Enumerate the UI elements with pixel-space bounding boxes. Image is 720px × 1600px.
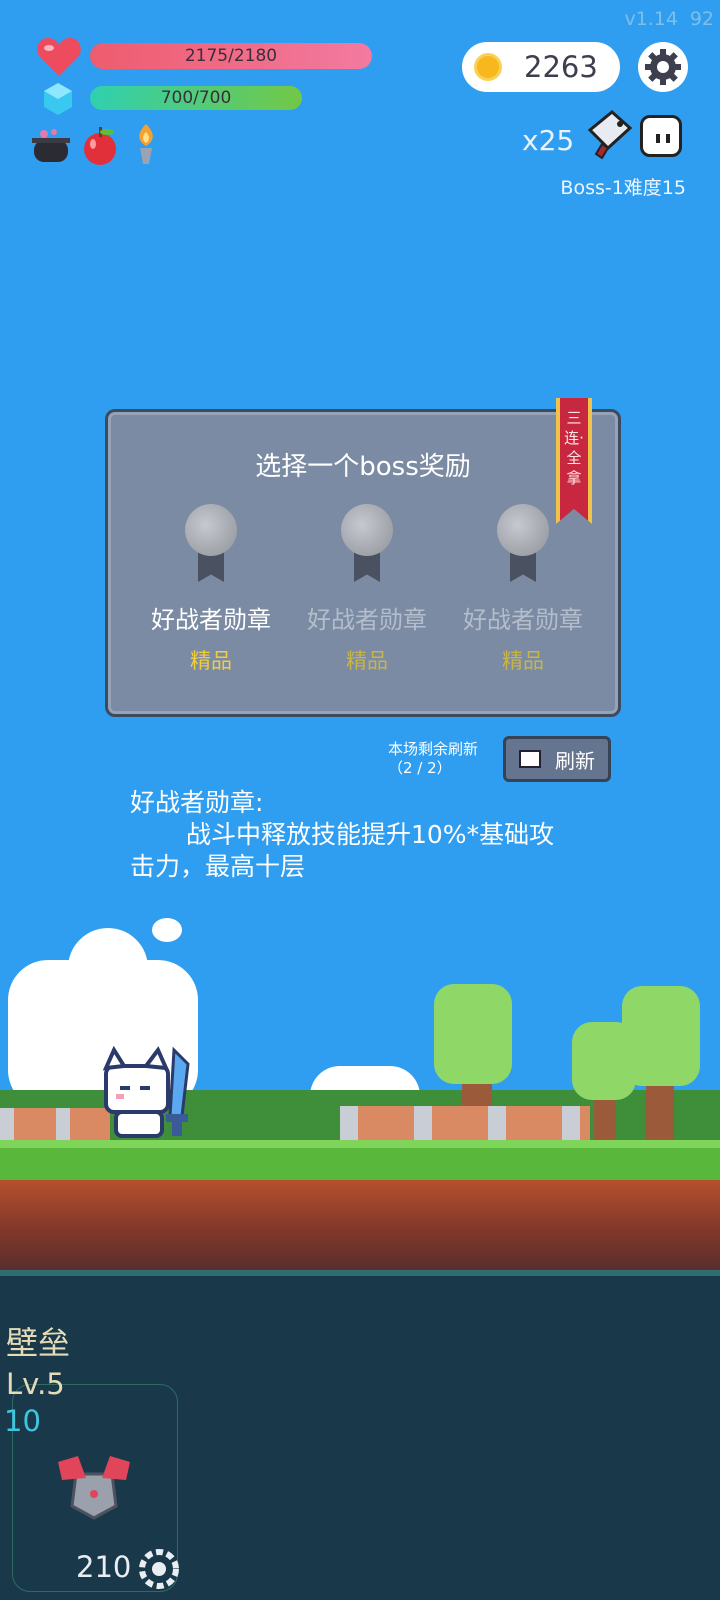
tree bbox=[622, 986, 700, 1086]
boss-kill-count: x25 bbox=[522, 124, 575, 157]
medal-icon bbox=[183, 504, 239, 584]
reward-grade: 精品 bbox=[346, 649, 388, 673]
gold-value: 2263 bbox=[524, 50, 598, 84]
reward-name: 好战者勋章 bbox=[307, 606, 427, 634]
settings-button[interactable] bbox=[638, 42, 688, 92]
torch-icon[interactable] bbox=[130, 122, 162, 166]
armor-icon bbox=[58, 1456, 130, 1520]
cloud bbox=[152, 918, 182, 942]
reward-option-2[interactable]: 好战者勋章 精品 bbox=[292, 504, 442, 675]
cauldron-icon[interactable] bbox=[30, 126, 72, 166]
mp-bar: 700/700 bbox=[90, 86, 302, 110]
reward-name: 好战者勋章 bbox=[151, 606, 271, 634]
medal-icon bbox=[495, 504, 551, 584]
fence bbox=[0, 1108, 110, 1140]
dirt-layer bbox=[0, 1180, 720, 1270]
video-ad-icon bbox=[519, 750, 541, 768]
gold-counter: 2263 bbox=[462, 42, 620, 92]
fence bbox=[340, 1106, 590, 1140]
medal-icon bbox=[339, 504, 395, 584]
reward-grade: 精品 bbox=[190, 649, 232, 673]
skill-name: 壁垒 bbox=[6, 1324, 71, 1362]
skill-level: Lv.5 bbox=[6, 1367, 65, 1401]
boss-reward-panel: 选择一个boss奖励 三连·全拿 好战者勋章 精品 好战者勋章 精品 好战者勋章… bbox=[105, 398, 621, 717]
description-line-1: 战斗中释放技能提升10%*基础攻 bbox=[186, 820, 555, 849]
reward-grade: 精品 bbox=[502, 649, 544, 673]
skill-value: 10 bbox=[4, 1404, 41, 1438]
cog-currency-icon bbox=[139, 1549, 179, 1589]
reward-name: 好战者勋章 bbox=[463, 606, 583, 634]
cloud bbox=[68, 928, 148, 1008]
water-surface bbox=[0, 1270, 720, 1276]
description-title: 好战者勋章: bbox=[130, 788, 264, 817]
cleaver-icon bbox=[587, 110, 633, 160]
gear-icon bbox=[645, 49, 681, 85]
mana-crystal-icon bbox=[44, 83, 72, 115]
tree bbox=[434, 984, 512, 1084]
refresh-button[interactable]: 刷新 bbox=[503, 736, 611, 782]
reward-description: 好战者勋章: 战斗中释放技能提升10%*基础攻 击力，最高十层 bbox=[130, 787, 600, 883]
refresh-label: 刷新 bbox=[555, 748, 595, 773]
tree-trunk bbox=[646, 1080, 674, 1142]
fps-label: 92 bbox=[689, 8, 714, 30]
hp-bar: 2175/2180 bbox=[90, 43, 372, 69]
reward-option-3[interactable]: 好战者勋章 精品 bbox=[448, 504, 598, 675]
description-line-2: 击力，最高十层 bbox=[130, 852, 306, 881]
heart-icon bbox=[37, 38, 81, 76]
version-label: v1.14 bbox=[624, 8, 678, 30]
gold-coin-icon bbox=[474, 53, 502, 81]
panel-title: 选择一个boss奖励 bbox=[255, 452, 471, 482]
apple-icon[interactable] bbox=[80, 124, 120, 166]
refresh-remaining-note: 本场剩余刷新 （2 / 2） bbox=[388, 740, 479, 777]
boss-level-label: Boss-1难度15 bbox=[560, 177, 686, 199]
skill-cost: 210 bbox=[76, 1550, 132, 1584]
boss-face-icon bbox=[640, 115, 682, 157]
cat-hero[interactable] bbox=[100, 1046, 200, 1142]
reward-option-1[interactable]: 好战者勋章 精品 bbox=[136, 504, 286, 675]
